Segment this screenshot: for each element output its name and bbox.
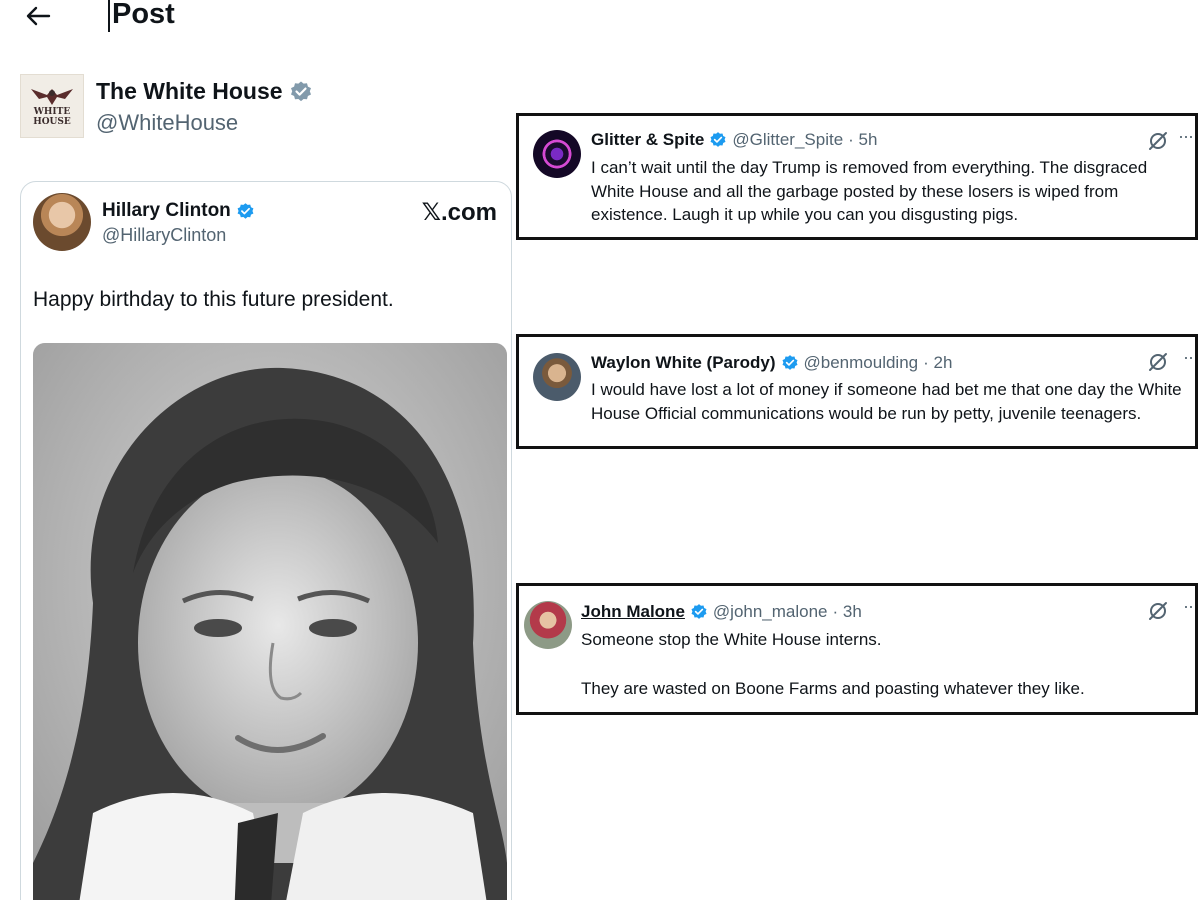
reply-card[interactable]: Waylon White (Parody) @benmoulding · 2h … (516, 334, 1198, 449)
author-name-row: The White House (96, 78, 313, 105)
hillary-clinton-avatar[interactable] (33, 193, 91, 251)
x-com-logo: 𝕏.com (421, 199, 497, 226)
verified-badge-icon (237, 202, 254, 219)
reply-timestamp[interactable]: · 5h (848, 130, 877, 150)
reply-avatar[interactable] (533, 130, 581, 178)
girl-portrait-image (33, 343, 507, 900)
white-house-avatar[interactable]: WHITE HOUSE (20, 74, 84, 138)
reply-header: Waylon White (Parody) @benmoulding · 2h (591, 353, 952, 373)
back-button[interactable] (18, 0, 58, 34)
verified-badge-icon (290, 81, 311, 101)
reply-text-line: They are wasted on Boone Farms and poast… (581, 678, 1085, 698)
author-name[interactable]: The White House (96, 78, 283, 105)
quoted-post-card[interactable]: Hillary Clinton @HillaryClinton 𝕏.com Ha… (20, 181, 512, 900)
reply-text: Someone stop the White House interns. Th… (581, 628, 1183, 700)
reply-avatar[interactable] (524, 601, 572, 649)
reply-header: Glitter & Spite @Glitter_Spite · 5h (591, 130, 877, 150)
reply-text-line: Someone stop the White House interns. (581, 630, 882, 649)
grok-icon[interactable] (1147, 600, 1169, 622)
grok-icon[interactable] (1147, 130, 1169, 152)
reply-timestamp[interactable]: · 2h (923, 353, 952, 373)
more-icon[interactable]: ·· (1183, 596, 1194, 617)
quoted-name-row: Hillary Clinton (102, 200, 255, 222)
quoted-post-text: Happy birthday to this future president. (33, 288, 394, 311)
more-icon[interactable]: ·· (1183, 347, 1194, 368)
verified-badge-icon (710, 132, 726, 147)
page-title: Post (108, 0, 175, 32)
reply-author-handle[interactable]: @Glitter_Spite (732, 130, 843, 150)
reply-author-name[interactable]: Waylon White (Parody) (591, 353, 776, 373)
avatar-logo-text-top: WHITE (33, 107, 71, 117)
reply-header: John Malone @john_malone · 3h (581, 602, 862, 622)
arrow-left-icon (26, 6, 51, 26)
more-icon[interactable]: ··· (1178, 126, 1194, 147)
author-handle: @WhiteHouse (96, 110, 239, 135)
verified-badge-icon (691, 604, 707, 619)
eagle-seal-icon (31, 89, 73, 105)
reply-card[interactable]: Glitter & Spite @Glitter_Spite · 5h ··· … (516, 113, 1198, 240)
reply-avatar[interactable] (533, 353, 581, 401)
reply-card[interactable]: John Malone @john_malone · 3h ·· Someone… (516, 583, 1198, 715)
reply-author-name[interactable]: Glitter & Spite (591, 130, 704, 150)
verified-badge-icon (782, 355, 797, 370)
quoted-author-name[interactable]: Hillary Clinton (102, 200, 231, 222)
reply-timestamp[interactable]: · 3h (833, 602, 862, 622)
reply-author-handle[interactable]: @john_malone (713, 602, 828, 622)
quoted-post-photo[interactable] (33, 343, 507, 900)
reply-author-name[interactable]: John Malone (581, 602, 685, 622)
avatar-logo-text-bottom: HOUSE (33, 117, 71, 127)
reply-author-handle[interactable]: @benmoulding (804, 353, 919, 373)
reply-text: I can’t wait until the day Trump is remo… (591, 158, 1148, 224)
quoted-author-handle: @HillaryClinton (102, 225, 227, 245)
grok-icon[interactable] (1147, 351, 1169, 373)
reply-text: I would have lost a lot of money if some… (591, 380, 1182, 423)
